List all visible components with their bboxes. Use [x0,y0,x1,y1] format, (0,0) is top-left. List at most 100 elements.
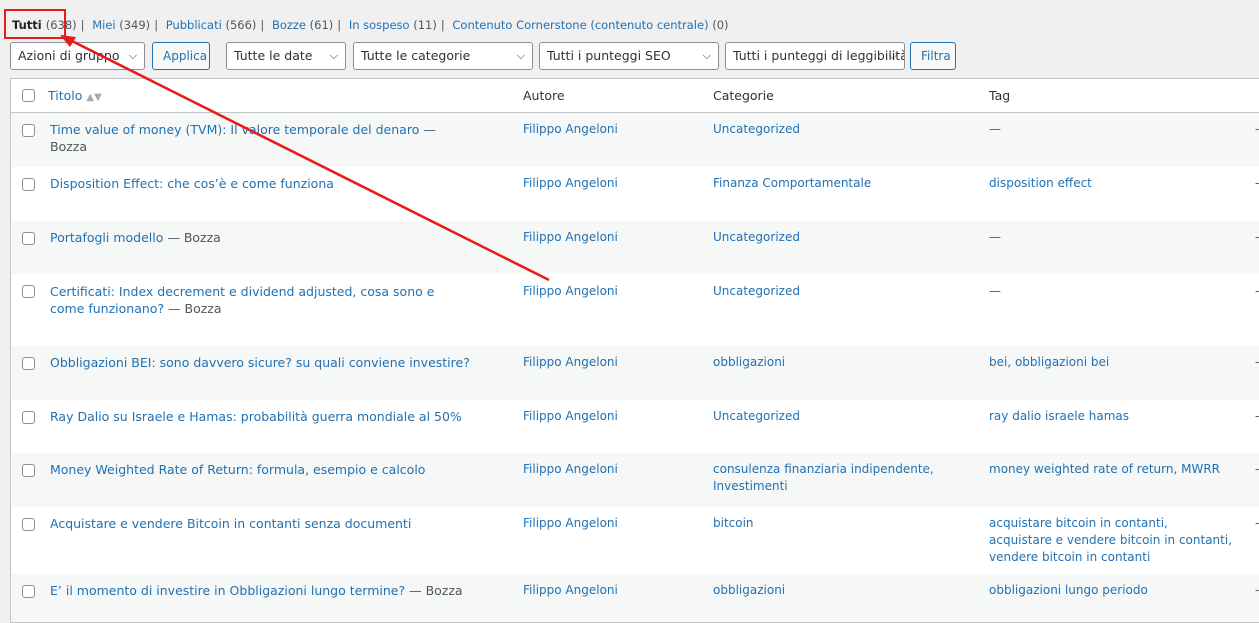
table-row: Obbligazioni BEI: sono davvero sicure? s… [11,346,1259,400]
post-tags[interactable]: acquistare bitcoin in contanti, acquista… [989,515,1234,566]
column-tags-header: Tag [989,88,1011,103]
view-published[interactable]: Pubblicati (566) [166,18,257,32]
truncated-column-value: - [1255,462,1259,476]
post-title: Time value of money (TVM): Il valore tem… [50,121,470,155]
post-tags[interactable]: obbligazioni lungo periodo [989,582,1239,599]
posts-table: Titolo ▲▼ Autore Categorie Tag Time value… [10,78,1259,623]
post-author[interactable]: Filippo Angeloni [523,175,618,192]
post-author[interactable]: Filippo Angeloni [523,515,618,532]
post-author[interactable]: Filippo Angeloni [523,283,618,300]
post-categories[interactable]: obbligazioni [713,354,973,371]
readability-filter-select[interactable]: Tutti i punteggi di leggibilità ⌵ [725,42,905,70]
separator: | [80,18,85,32]
post-author[interactable]: Filippo Angeloni [523,408,618,425]
separator: | [337,18,342,32]
post-author[interactable]: Filippo Angeloni [523,582,618,599]
date-filter-select[interactable]: Tutte le date ⌵ [226,42,346,70]
post-status-views: Tutti (638) | Miei (349) | Pubblicati (566… [12,18,729,32]
truncated-column-value: - [1255,516,1259,530]
post-title: Obbligazioni BEI: sono davvero sicure? s… [50,354,470,371]
row-checkbox[interactable] [22,464,35,477]
annotation-highlight-box [4,9,66,39]
separator: | [154,18,159,32]
row-checkbox[interactable] [22,232,35,245]
view-pending[interactable]: In sospeso (11) [349,18,437,32]
table-row: Money Weighted Rate of Return: formula, … [11,453,1259,507]
view-cornerstone[interactable]: Contenuto Cornerstone (contenuto central… [452,18,728,32]
table-row: Disposition Effect: che cos’è e come fun… [11,167,1259,221]
post-categories[interactable]: Finanza Comportamentale [713,175,973,192]
row-checkbox[interactable] [22,178,35,191]
post-title: Acquistare e vendere Bitcoin in contanti… [50,515,470,532]
row-checkbox[interactable] [22,285,35,298]
chevron-down-icon: ⌵ [128,49,137,62]
post-categories[interactable]: Uncategorized [713,229,973,246]
post-state: — Bozza [163,230,221,245]
truncated-column-value: - [1255,409,1259,423]
row-checkbox[interactable] [22,411,35,424]
filter-button[interactable]: Filtra [910,42,956,70]
post-author[interactable]: Filippo Angeloni [523,229,618,246]
post-categories[interactable]: Uncategorized [713,121,973,138]
post-categories[interactable]: obbligazioni [713,582,973,599]
category-filter-value: Tutte le categorie [361,48,471,63]
post-title: Ray Dalio su Israele e Hamas: probabilit… [50,408,470,425]
table-header: Titolo ▲▼ Autore Categorie Tag [11,79,1259,113]
column-title-label: Titolo [48,88,83,103]
post-tags[interactable]: bei, obbligazioni bei [989,354,1239,371]
row-checkbox[interactable] [22,518,35,531]
post-author[interactable]: Filippo Angeloni [523,461,618,478]
post-title-link[interactable]: Acquistare e vendere Bitcoin in contanti… [50,516,411,531]
seo-score-filter-select[interactable]: Tutti i punteggi SEO ⌵ [539,42,719,70]
separator: | [260,18,265,32]
post-tags: — [989,284,1001,298]
sort-icon: ▲▼ [86,92,102,103]
post-title-link[interactable]: Obbligazioni BEI: sono davvero sicure? s… [50,355,470,370]
post-title: E’ il momento di investire in Obbligazio… [50,582,470,599]
view-drafts[interactable]: Bozze (61) [272,18,333,32]
truncated-column-value: - [1255,176,1259,190]
post-title-link[interactable]: E’ il momento di investire in Obbligazio… [50,583,405,598]
post-title: Certificati: Index decrement e dividend … [50,283,460,317]
post-tags[interactable]: disposition effect [989,175,1239,192]
row-checkbox[interactable] [22,357,35,370]
post-title-link[interactable]: Certificati: Index decrement e dividend … [50,284,434,316]
post-title-link[interactable]: Ray Dalio su Israele e Hamas: probabilit… [50,409,462,424]
post-tags[interactable]: money weighted rate of return, MWRR [989,461,1239,478]
post-author[interactable]: Filippo Angeloni [523,121,618,138]
post-categories[interactable]: consulenza finanziaria indipendente, Inv… [713,461,973,495]
post-title-link[interactable]: Portafogli modello [50,230,163,245]
post-categories[interactable]: Uncategorized [713,283,973,300]
post-categories[interactable]: Uncategorized [713,408,973,425]
truncated-column-value: - [1255,583,1259,597]
column-title-header[interactable]: Titolo ▲▼ [48,79,102,114]
column-author-header: Autore [523,88,565,103]
category-filter-select[interactable]: Tutte le categorie ⌵ [353,42,533,70]
post-title: Money Weighted Rate of Return: formula, … [50,461,470,478]
post-title-link[interactable]: Money Weighted Rate of Return: formula, … [50,462,425,477]
row-checkbox[interactable] [22,585,35,598]
post-categories[interactable]: bitcoin [713,515,973,532]
post-tags: — [989,230,1001,244]
post-title: Disposition Effect: che cos’è e come fun… [50,175,470,192]
date-filter-value: Tutte le date [234,48,313,63]
post-title-link[interactable]: Disposition Effect: che cos’è e come fun… [50,176,334,191]
bulk-actions-select[interactable]: Azioni di gruppo ⌵ [10,42,145,70]
truncated-column-value: - [1255,284,1259,298]
table-row: Acquistare e vendere Bitcoin in contanti… [11,507,1259,574]
truncated-column-value: - [1255,122,1259,136]
chevron-down-icon: ⌵ [516,49,525,62]
apply-button[interactable]: Applica [152,42,210,70]
table-row: Ray Dalio su Israele e Hamas: probabilit… [11,400,1259,453]
select-all-checkbox[interactable] [22,89,35,102]
row-checkbox[interactable] [22,124,35,137]
table-row: Portafogli modello — Bozza Filippo Angel… [11,221,1259,274]
post-title-link[interactable]: Time value of money (TVM): Il valore tem… [50,122,419,137]
post-state: — Bozza [405,583,463,598]
post-state: — Bozza [164,301,222,316]
post-tags[interactable]: ray dalio israele hamas [989,408,1239,425]
table-row: Certificati: Index decrement e dividend … [11,274,1259,346]
seo-score-filter-value: Tutti i punteggi SEO [547,48,671,63]
post-author[interactable]: Filippo Angeloni [523,354,618,371]
view-mine[interactable]: Miei (349) [92,18,150,32]
